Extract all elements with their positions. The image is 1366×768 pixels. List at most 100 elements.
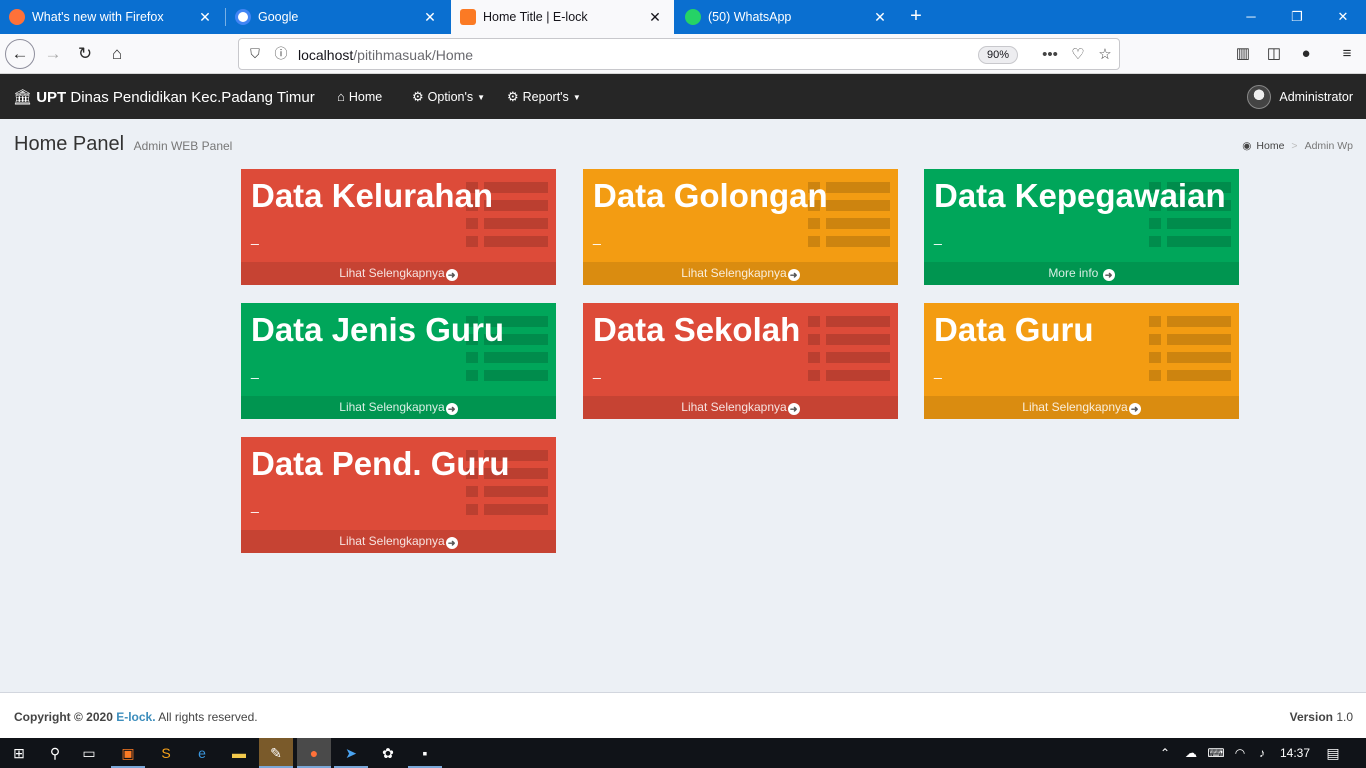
- xampp-taskbar-icon[interactable]: ▣: [111, 738, 145, 768]
- shield-icon[interactable]: ⛉: [247, 46, 263, 62]
- forward-button[interactable]: →: [39, 40, 67, 68]
- user-menu[interactable]: Administrator: [1247, 85, 1353, 109]
- edge-taskbar-icon[interactable]: e: [185, 738, 219, 768]
- url-path: /pitihmasuak/Home: [353, 47, 474, 63]
- box-data-jenis-guru: Data Jenis Guru _ Lihat Selengkapnya ➜: [241, 303, 556, 419]
- box-link-label: Lihat Selengkapnya: [1022, 400, 1128, 414]
- tab-whatsapp[interactable]: (50) WhatsApp ✕: [676, 0, 899, 34]
- firefox-taskbar-icon[interactable]: ●: [297, 738, 331, 768]
- page-title: Home Panel Admin WEB Panel: [14, 133, 232, 156]
- whatsapp-icon: [685, 9, 701, 25]
- company-link[interactable]: E-lock.: [116, 710, 155, 724]
- input-method-icon[interactable]: ⌨: [1205, 738, 1227, 768]
- search-icon[interactable]: ⚲: [38, 738, 72, 768]
- breadcrumb-separator: >: [1291, 140, 1298, 152]
- tab-title: Home Title | E-lock: [483, 10, 588, 24]
- close-window-button[interactable]: ✕: [1320, 0, 1366, 34]
- breadcrumb-home[interactable]: Home: [1256, 140, 1284, 152]
- dashboard-icon: ◉: [1242, 140, 1252, 152]
- close-icon[interactable]: ✕: [869, 9, 891, 26]
- tab-title: (50) WhatsApp: [708, 10, 792, 24]
- arrow-circle-right-icon: ➜: [1102, 269, 1115, 281]
- box-footer-link[interactable]: Lihat Selengkapnya ➜: [241, 530, 556, 553]
- rights-text: All rights reserved.: [155, 710, 258, 724]
- page-subtitle: Admin WEB Panel: [133, 139, 233, 153]
- cmd-taskbar-icon[interactable]: ▪: [408, 738, 442, 768]
- page-footer: Copyright © 2020 E-lock. All rights rese…: [0, 692, 1366, 738]
- notification-icon[interactable]: ▤: [1322, 738, 1344, 768]
- brand-text: Dinas Pendidikan Kec.Padang Timur: [66, 89, 315, 106]
- tab-title: Google: [258, 10, 299, 24]
- box-link-label: Lihat Selengkapnya: [339, 266, 445, 280]
- box-footer-link[interactable]: Lihat Selengkapnya ➜: [241, 262, 556, 285]
- gear-icon: ⚙: [507, 89, 519, 104]
- box-footer-link[interactable]: Lihat Selengkapnya ➜: [583, 396, 898, 419]
- copyright: Copyright © 2020 E-lock. All rights rese…: [14, 710, 258, 724]
- menu-options[interactable]: ⚙ Option's ▼: [412, 89, 485, 105]
- close-icon[interactable]: ✕: [194, 9, 216, 26]
- close-icon[interactable]: ✕: [419, 9, 441, 26]
- avatar: [1247, 85, 1272, 109]
- new-tab-button[interactable]: +: [903, 0, 929, 34]
- chevron-up-icon[interactable]: ⌃: [1156, 738, 1174, 768]
- brand[interactable]: 🏛 UPT Dinas Pendidikan Kec.Padang Timur: [13, 88, 315, 106]
- box-data-kelurahan: Data Kelurahan _ Lihat Selengkapnya ➜: [241, 169, 556, 285]
- box-value: _: [593, 363, 601, 379]
- box-footer-link[interactable]: Lihat Selengkapnya ➜: [924, 396, 1239, 419]
- xampp-icon: [460, 9, 476, 25]
- menu-reports[interactable]: ⚙ Report's ▼: [507, 89, 581, 105]
- bookmark-star-icon[interactable]: ☆: [1095, 45, 1115, 65]
- box-data-pend-guru: Data Pend. Guru _ Lihat Selengkapnya ➜: [241, 437, 556, 553]
- tab-google[interactable]: Google ✕: [226, 0, 449, 34]
- box-title: Data Guru: [934, 311, 1094, 348]
- box-data-sekolah: Data Sekolah _ Lihat Selengkapnya ➜: [583, 303, 898, 419]
- home-button[interactable]: ⌂: [103, 40, 131, 68]
- windows-start-icon[interactable]: ⊞: [2, 738, 36, 768]
- tab-whats-new-firefox[interactable]: What's new with Firefox ✕: [0, 0, 224, 34]
- arrow-circle-right-icon: ➜: [445, 269, 458, 281]
- page-actions-icon[interactable]: •••: [1040, 45, 1060, 65]
- app-header: 🏛 UPT Dinas Pendidikan Kec.Padang Timur …: [0, 74, 1366, 119]
- volume-icon[interactable]: ♪: [1252, 738, 1272, 768]
- box-value: _: [251, 229, 259, 245]
- url-text[interactable]: localhost/pitihmasuak/Home: [298, 47, 473, 63]
- menu-icon[interactable]: ≡: [1333, 40, 1361, 68]
- info-icon[interactable]: ⓘ: [273, 46, 289, 62]
- app-taskbar-icon[interactable]: ✎: [259, 738, 293, 768]
- sidebar-icon[interactable]: ◫: [1260, 40, 1288, 68]
- library-icon[interactable]: ▥: [1229, 40, 1257, 68]
- restore-button[interactable]: ❐: [1274, 0, 1320, 34]
- menu-label: Report's: [522, 90, 569, 104]
- menu-home[interactable]: ⌂ Home: [337, 89, 382, 104]
- reload-button[interactable]: ↻: [71, 40, 99, 68]
- box-link-label: Lihat Selengkapnya: [339, 534, 445, 548]
- caret-down-icon: ▼: [572, 92, 581, 102]
- box-footer-link[interactable]: Lihat Selengkapnya ➜: [241, 396, 556, 419]
- box-data-guru: Data Guru _ Lihat Selengkapnya ➜: [924, 303, 1239, 419]
- user-name: Administrator: [1279, 90, 1353, 104]
- copyright-prefix: Copyright © 2020: [14, 710, 117, 724]
- box-footer-link[interactable]: Lihat Selengkapnya ➜: [583, 262, 898, 285]
- arrow-circle-right-icon: ➜: [787, 403, 800, 415]
- minimize-button[interactable]: ─: [1228, 0, 1274, 34]
- wifi-icon[interactable]: ◠: [1230, 738, 1250, 768]
- sublime-taskbar-icon[interactable]: S: [149, 738, 183, 768]
- network-error-icon[interactable]: ☁: [1180, 738, 1202, 768]
- arrow-circle-right-icon: ➜: [445, 537, 458, 549]
- back-button[interactable]: ←: [5, 39, 35, 69]
- tab-home-title-elock[interactable]: Home Title | E-lock ✕: [451, 0, 674, 34]
- task-view-icon[interactable]: ▭: [72, 738, 106, 768]
- google-icon: [235, 9, 251, 25]
- clock[interactable]: 14:37: [1276, 738, 1314, 768]
- file-explorer-icon[interactable]: ▬: [222, 738, 256, 768]
- app-taskbar-icon[interactable]: ➤: [334, 738, 368, 768]
- url-bar[interactable]: ⛉ ⓘ localhost/pitihmasuak/Home 90% ••• ♡…: [238, 38, 1120, 70]
- close-icon[interactable]: ✕: [644, 9, 666, 26]
- box-title: Data Pend. Guru: [251, 445, 510, 482]
- box-link-label: Lihat Selengkapnya: [681, 400, 787, 414]
- account-icon[interactable]: ●: [1292, 40, 1320, 68]
- pocket-icon[interactable]: ♡: [1068, 45, 1088, 65]
- app-taskbar-icon[interactable]: ✿: [371, 738, 405, 768]
- zoom-level[interactable]: 90%: [978, 46, 1018, 64]
- box-footer-link[interactable]: More info ➜: [924, 262, 1239, 285]
